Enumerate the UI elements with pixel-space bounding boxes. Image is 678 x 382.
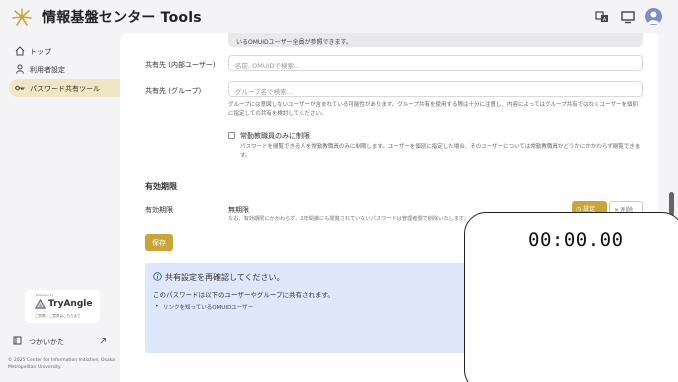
expiry-label: 有効期限 (145, 206, 173, 214)
howto-label: つかいかた (29, 338, 64, 346)
user-icon (16, 64, 24, 74)
sunburst-logo-icon (12, 8, 32, 26)
group-help-text: グループには意図しないユーザーが含まれている可能性があります。グループ共有を使用… (228, 102, 639, 117)
tryangle-logo-icon (35, 299, 46, 309)
sidebar-item-password-share[interactable]: パスワード共有ツール (9, 79, 127, 97)
share-user-input[interactable]: 名前, OMUIDで検索... (228, 55, 643, 71)
home-icon (15, 46, 25, 56)
user-avatar-icon[interactable] (645, 8, 662, 25)
confirm-title: 共有設定を再確認してください。 (165, 273, 285, 282)
share-group-input[interactable]: グループ名で検索... (228, 81, 643, 97)
powered-by-text: Powered by (36, 293, 54, 297)
confirm-description: このパスワードは以下のユーザーやグループに共有されます。 (153, 291, 334, 299)
translate-icon[interactable]: A (594, 9, 610, 25)
key-icon (15, 85, 25, 91)
sidebar-item-label: 利用者設定 (30, 66, 65, 74)
tryangle-sub: ご質問・ご意見はこちらまで (35, 314, 81, 318)
share-group-label: 共有先 (グループ) (145, 87, 202, 95)
svg-text:A: A (603, 17, 607, 23)
stopwatch-overlay: 00:00.00 (464, 212, 678, 382)
tryangle-banner[interactable]: Powered by TryAngle ご質問・ご意見はこちらまで (25, 290, 100, 323)
confirm-list-item-text: リンクを知っているOMUIDユーザー (163, 305, 254, 311)
expiry-section-title: 有効期限 (145, 182, 177, 191)
sidebar: トップ 利用者設定 パスワード共有ツール Powered by TryAngle… (0, 33, 127, 382)
scrollbar-thumb[interactable] (669, 192, 674, 216)
book-icon (13, 336, 22, 345)
external-link-icon[interactable] (99, 337, 107, 345)
sidebar-item-user-settings[interactable]: 利用者設定 (9, 60, 127, 78)
display-icon[interactable] (620, 9, 636, 25)
fulltime-only-checkbox[interactable] (228, 132, 235, 139)
top-bar: 情報基盤センター Tools A (0, 0, 678, 33)
confirm-list-item: リンクを知っているOMUIDユーザー (155, 303, 254, 311)
fulltime-only-help: パスワードを閲覧できる人を常勤教職員のみに制限します。ユーザーを個別に指定した場… (240, 144, 641, 159)
stopwatch-time: 00:00.00 (528, 229, 624, 251)
info-icon (153, 272, 162, 281)
sidebar-item-label: パスワード共有ツール (30, 85, 100, 93)
expiry-value: 無期限 (228, 206, 249, 214)
fulltime-only-label[interactable]: 常勤教職員のみに制限 (240, 131, 310, 141)
sidebar-item-label: トップ (30, 48, 51, 56)
share-user-label: 共有先 (内部ユーザー) (145, 61, 216, 69)
save-button[interactable]: 保存 (145, 234, 173, 251)
copyright-text: © 2025 Center for Information Initiative… (8, 358, 115, 370)
sidebar-item-top[interactable]: トップ (9, 42, 127, 60)
share-notice: いるOMUIDユーザー全員が参照できます。 (228, 33, 643, 47)
app-title: 情報基盤センター Tools (42, 10, 202, 26)
tryangle-brand: TryAngle (48, 299, 93, 309)
